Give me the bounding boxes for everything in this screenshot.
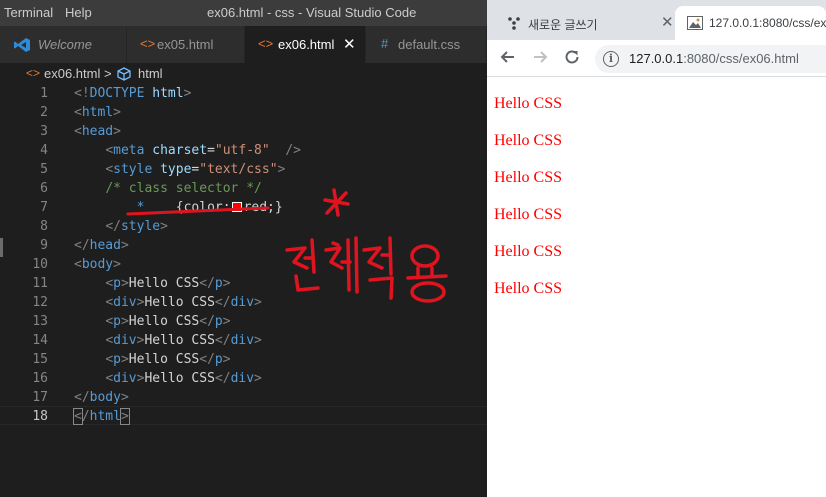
page-text-line: Hello CSS <box>494 206 563 223</box>
page-favicon-icon <box>687 16 703 30</box>
app-icon <box>508 17 520 30</box>
info-icon[interactable]: i <box>603 51 619 67</box>
reload-icon <box>565 50 579 64</box>
vscode-window: Terminal Help ex06.html - css - Visual S… <box>0 0 487 497</box>
arrow-left-icon <box>500 51 514 63</box>
web-page-content: Hello CSS Hello CSS Hello CSS Hello CSS … <box>487 77 826 497</box>
arrow-right-icon <box>534 51 548 63</box>
browser-toolbar: i 127.0.0.1:8080/css/ex06.html <box>487 40 826 77</box>
browser-window: 새로운 글쓰기 ✕ 127.0.0.1:8080/css/ex i 127.0.… <box>487 0 826 497</box>
browser-tab-strip: 새로운 글쓰기 ✕ 127.0.0.1:8080/css/ex <box>487 0 826 40</box>
address-bar[interactable]: i 127.0.0.1:8080/css/ex06.html <box>595 45 826 73</box>
underline-stroke <box>126 206 270 216</box>
address-url: 127.0.0.1:8080/css/ex06.html <box>629 51 799 66</box>
page-text-line: Hello CSS <box>494 280 563 297</box>
page-text-line: Hello CSS <box>494 243 563 260</box>
page-text-line: Hello CSS <box>494 95 563 112</box>
handwriting-strokes <box>285 236 448 303</box>
reload-button[interactable] <box>562 48 582 68</box>
page-text-line: Hello CSS <box>494 169 563 186</box>
forward-button[interactable] <box>530 48 550 68</box>
url-host: 127.0.0.1 <box>629 51 684 66</box>
back-button[interactable] <box>498 48 518 68</box>
asterisk-mark <box>323 188 350 217</box>
browser-tab-ex06[interactable]: 127.0.0.1:8080/css/ex <box>675 6 826 40</box>
close-icon[interactable]: ✕ <box>661 13 674 31</box>
browser-tab-new-post[interactable]: 새로운 글쓰기 ✕ <box>497 6 674 40</box>
browser-tab-label: 127.0.0.1:8080/css/ex <box>709 16 826 30</box>
browser-tab-label: 새로운 글쓰기 <box>528 18 598 32</box>
page-text-line: Hello CSS <box>494 132 563 149</box>
url-path: :8080/css/ex06.html <box>683 51 799 66</box>
handwritten-annotation <box>126 188 448 303</box>
